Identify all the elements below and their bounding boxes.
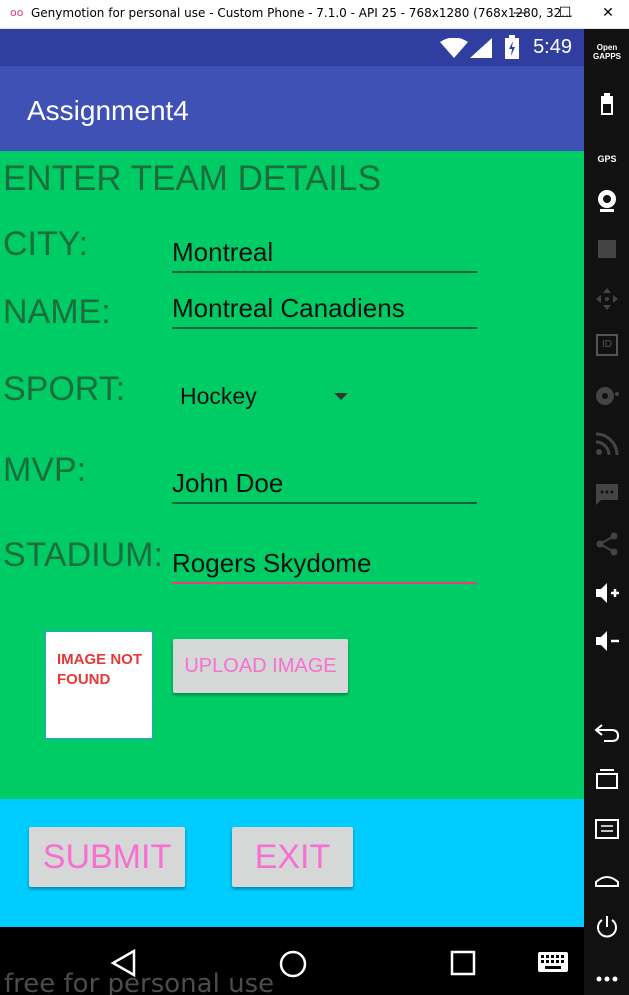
volume-up-icon[interactable]	[592, 578, 622, 608]
name-field[interactable]: Montreal Canadiens	[172, 293, 477, 329]
window-titlebar: oo Genymotion for personal use - Custom …	[0, 0, 629, 29]
submit-button[interactable]: SUBMIT	[29, 827, 185, 887]
home-tool-icon[interactable]	[592, 864, 622, 894]
home-nav-icon[interactable]	[278, 949, 308, 979]
image-not-found-text: IMAGE NOT FOUND	[57, 651, 142, 688]
close-window-button[interactable]: ✕	[588, 2, 628, 26]
window-title: Genymotion for personal use - Custom Pho…	[31, 6, 573, 20]
disk-io-icon[interactable]	[592, 381, 622, 411]
genymotion-logo-icon: oo	[10, 6, 24, 19]
keyboard-icon[interactable]	[537, 951, 569, 973]
team-image-placeholder: IMAGE NOT FOUND	[45, 631, 153, 739]
power-icon[interactable]	[592, 912, 622, 942]
name-label: NAME:	[3, 293, 111, 331]
dropdown-arrow-icon[interactable]	[334, 393, 348, 400]
wifi-icon	[440, 38, 468, 58]
menu-tool-icon[interactable]	[592, 814, 622, 844]
mvp-field[interactable]: John Doe	[172, 468, 477, 504]
signal-icon	[470, 38, 492, 58]
phone-screen: 5:49 Assignment4 ENTER TEAM DETAILS CITY…	[0, 29, 584, 995]
stadium-field[interactable]: Rogers Skydome	[172, 548, 477, 584]
recent-apps-tool-icon[interactable]	[592, 764, 622, 794]
back-tool-icon[interactable]	[592, 716, 622, 746]
city-label: CITY:	[3, 225, 89, 263]
device-id-icon[interactable]: ID	[596, 334, 618, 356]
exit-button[interactable]: EXIT	[232, 827, 353, 887]
volume-down-icon[interactable]	[592, 626, 622, 656]
share-icon[interactable]	[592, 529, 622, 559]
sms-icon[interactable]	[592, 479, 622, 509]
footer-bar: SUBMIT EXIT	[0, 799, 584, 927]
city-field[interactable]: Montreal	[172, 237, 477, 273]
form-header: ENTER TEAM DETAILS	[3, 159, 381, 198]
maximize-button[interactable]: ☐	[545, 2, 585, 26]
form-content: ENTER TEAM DETAILS CITY: Montreal NAME: …	[0, 151, 584, 799]
emulator-toolbar: Open GAPPS GPS ID	[584, 29, 629, 995]
watermark-text: free for personal use	[4, 969, 275, 995]
battery-icon	[505, 35, 519, 59]
stadium-label: STADIUM:	[3, 536, 163, 574]
app-title: Assignment4	[27, 95, 189, 126]
app-bar: Assignment4	[0, 66, 584, 151]
upload-image-button[interactable]: UPLOAD IMAGE	[173, 639, 348, 693]
screencast-icon[interactable]	[592, 234, 622, 264]
mvp-label: MVP:	[3, 451, 87, 489]
sport-label: SPORT:	[3, 370, 126, 408]
more-options-icon[interactable]	[592, 964, 622, 994]
recents-nav-icon[interactable]	[450, 950, 476, 976]
dpad-icon[interactable]	[592, 284, 622, 314]
status-time: 5:49	[533, 36, 572, 58]
rss-icon[interactable]	[592, 429, 622, 459]
open-gapps-icon[interactable]: Open GAPPS	[592, 43, 622, 73]
gps-icon[interactable]: GPS	[592, 139, 622, 169]
battery-tool-icon[interactable]	[592, 89, 622, 119]
webcam-icon[interactable]	[592, 186, 622, 216]
sport-spinner[interactable]: Hockey	[180, 383, 257, 410]
minimize-button[interactable]: —	[500, 2, 540, 26]
status-bar: 5:49	[0, 29, 584, 66]
